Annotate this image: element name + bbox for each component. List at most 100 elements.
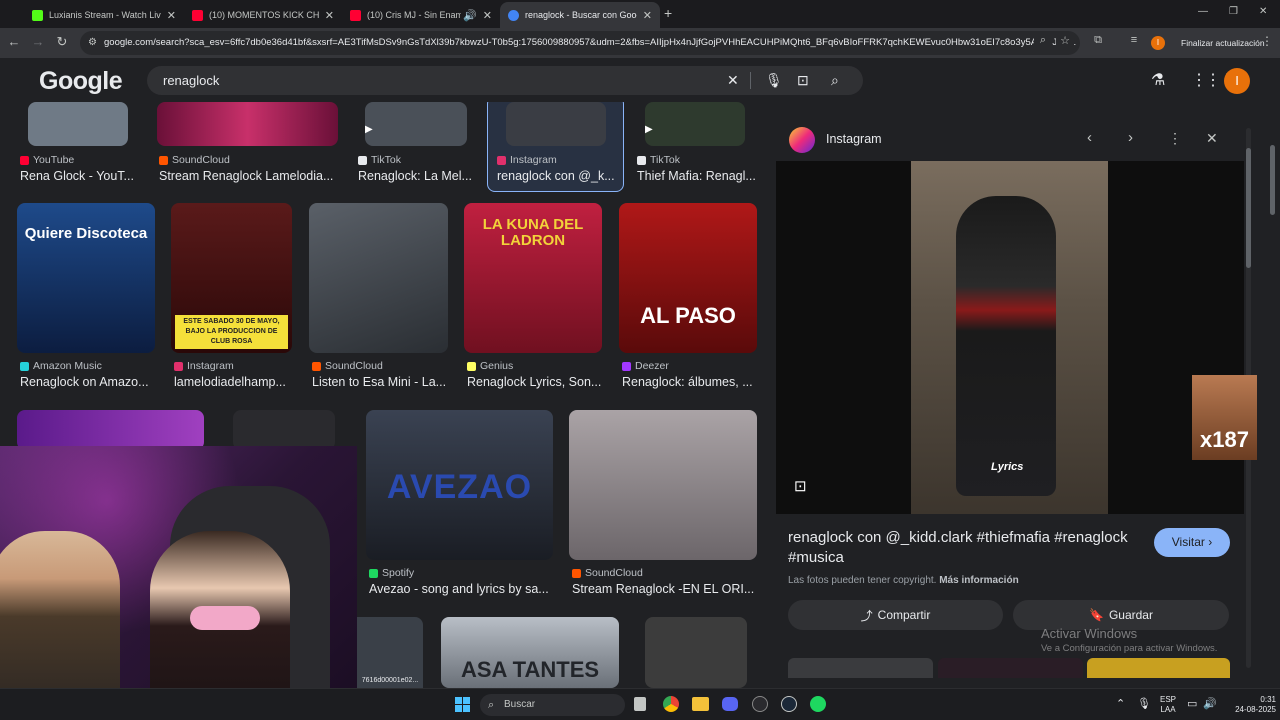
result-thumbnail[interactable]: ▶ [365, 102, 467, 146]
spotify-icon [369, 568, 378, 578]
result-thumbnail[interactable] [506, 102, 606, 146]
reload-icon[interactable]: ↻ [53, 34, 71, 50]
related-thumbnail[interactable] [938, 658, 1083, 678]
speaker-icon[interactable]: 🔊 [463, 9, 477, 22]
google-logo[interactable]: Google [39, 67, 123, 96]
zoom-icon[interactable]: ⌕ [1034, 34, 1052, 47]
more-info-link[interactable]: Más información [939, 575, 1018, 586]
file-explorer-icon[interactable] [692, 697, 709, 711]
bookmark-star-icon[interactable]: ☆ [1056, 34, 1074, 47]
related-thumbnail[interactable] [1087, 658, 1230, 678]
result-caption[interactable]: Renaglock Lyrics, Son... [467, 375, 602, 389]
tab-title: Luxianis Stream - Watch Live o [49, 10, 161, 20]
result-thumbnail[interactable] [157, 102, 338, 146]
result-caption[interactable]: Stream Renaglock -EN EL ORI... [572, 582, 757, 596]
lens-camera-icon[interactable]: ⊡ [797, 72, 809, 89]
site-info-icon[interactable]: ⚙ [88, 31, 97, 55]
spotify-icon[interactable] [810, 696, 826, 712]
close-icon[interactable]: ✕ [325, 9, 334, 22]
more-options-icon[interactable]: ⋮ [1168, 130, 1182, 147]
minimize-button[interactable]: — [1198, 6, 1208, 17]
visit-button[interactable]: Visitar › [1154, 528, 1230, 557]
microphone-icon[interactable]: 🎙 [1137, 697, 1151, 710]
result-thumbnail[interactable]: Quiere Discoteca [17, 203, 155, 353]
result-caption[interactable]: Rena Glock - YouT... [20, 169, 148, 183]
result-thumbnail[interactable]: LA KUNA DEL LADRON [464, 203, 602, 353]
result-thumbnail[interactable]: AVEZAO [366, 410, 553, 560]
account-avatar[interactable]: I [1224, 68, 1250, 94]
microphone-icon[interactable]: 🎙 [765, 72, 783, 89]
page-scrollbar[interactable] [1270, 110, 1275, 680]
result-thumbnail[interactable]: AL PASO [619, 203, 757, 353]
preview-image[interactable]: Lyrics ⊡ [776, 161, 1244, 514]
address-bar[interactable]: ⚙ google.com/search?sca_esv=6ffc7db0e36d… [80, 31, 1080, 55]
result-caption[interactable]: Renaglock: álbumes, ... [622, 375, 757, 389]
forward-arrow-icon[interactable]: → [29, 34, 47, 49]
profile-avatar[interactable]: I [1151, 36, 1165, 50]
windows-start-icon[interactable] [455, 697, 470, 712]
discord-icon[interactable] [722, 697, 738, 711]
divider [750, 72, 751, 89]
new-tab-button[interactable]: + [664, 5, 672, 21]
back-arrow-icon[interactable]: ← [5, 34, 23, 49]
media-controls-icon[interactable]: ≡ [1125, 34, 1143, 46]
obs-icon[interactable] [752, 696, 768, 712]
task-view-icon[interactable] [634, 697, 646, 711]
more-menu-icon[interactable]: ⋮ [1258, 34, 1276, 48]
result-thumbnail[interactable]: ASA TANTES [441, 617, 619, 688]
result-thumbnail[interactable] [309, 203, 448, 353]
close-icon[interactable]: ✕ [643, 9, 652, 22]
result-caption[interactable]: Renaglock: La Mel... [358, 169, 473, 183]
related-thumbnail[interactable] [788, 658, 933, 678]
result-caption[interactable]: Stream Renaglock Lamelodia... [159, 169, 339, 183]
google-header: Google ✕ 🎙 ⊡ ⌕ ⚗ ⋮⋮⋮ I [0, 58, 1280, 102]
search-input[interactable] [163, 71, 703, 90]
restore-button[interactable]: ❐ [1229, 6, 1238, 17]
result-thumbnail[interactable]: ESTE SABADO 30 DE MAYO, BAJO LA PRODUCCI… [171, 203, 292, 353]
preview-source-name[interactable]: Instagram [826, 132, 882, 146]
result-thumbnail[interactable] [645, 617, 747, 688]
lens-search-icon[interactable]: ⊡ [794, 477, 807, 495]
close-icon[interactable]: ✕ [167, 9, 176, 22]
next-arrow-icon[interactable]: › [1128, 129, 1133, 146]
close-window-button[interactable]: ✕ [1259, 6, 1267, 17]
result-caption[interactable]: Renaglock on Amazo... [20, 375, 150, 389]
close-icon[interactable]: ✕ [483, 9, 492, 22]
soundcloud-icon [312, 361, 321, 371]
extensions-icon[interactable]: ⧉ [1089, 34, 1107, 47]
result-caption[interactable]: Avezao - song and lyrics by sa... [369, 582, 554, 596]
labs-flask-icon[interactable]: ⚗ [1151, 70, 1165, 90]
tab-momentos-kick[interactable]: (10) MOMENTOS KICK CHILE # ✕ [184, 2, 342, 28]
result-thumbnail[interactable] [233, 410, 335, 450]
result-thumbnail[interactable]: 7616d00001e02... [357, 617, 423, 688]
volume-icon[interactable]: 🔊 [1203, 697, 1217, 710]
preview-title[interactable]: renaglock con @_kidd.clark #thiefmafia #… [788, 528, 1143, 568]
result-thumbnail[interactable] [569, 410, 757, 560]
network-icon[interactable]: ▭ [1187, 697, 1197, 710]
result-caption[interactable]: Thief Mafia: Renagl... [637, 169, 757, 183]
search-box[interactable]: ✕ 🎙 ⊡ ⌕ [147, 66, 863, 95]
steam-icon[interactable] [781, 696, 797, 712]
tab-cris-mj[interactable]: (10) Cris MJ - Sin Enamorar 🔊 ✕ [342, 2, 500, 28]
tab-renaglock-search[interactable]: renaglock - Buscar con Google ✕ [500, 2, 660, 28]
tray-chevron-icon[interactable]: ⌃ [1116, 697, 1125, 710]
language-indicator[interactable]: ESP LAA [1156, 695, 1180, 715]
scrollbar-thumb[interactable] [1246, 148, 1251, 268]
share-button[interactable]: ⤴ Compartir [788, 600, 1003, 630]
previous-arrow-icon[interactable]: ‹ [1087, 129, 1092, 146]
tab-luxianis-stream[interactable]: Luxianis Stream - Watch Live o ✕ [24, 2, 184, 28]
scrollbar-thumb[interactable] [1270, 145, 1275, 215]
result-thumbnail[interactable]: ▶ [645, 102, 745, 146]
result-caption[interactable]: Listen to Esa Mini - La... [312, 375, 447, 389]
search-icon[interactable]: ⌕ [831, 72, 839, 89]
clock[interactable]: 0:31 24-08-2025 [1220, 695, 1276, 715]
close-preview-icon[interactable]: ✕ [1206, 130, 1218, 147]
clear-icon[interactable]: ✕ [727, 72, 739, 89]
taskbar-search[interactable]: ⌕ Buscar [480, 694, 625, 716]
result-thumbnail[interactable] [17, 410, 204, 450]
result-caption[interactable]: lamelodiadelhamp... [174, 375, 289, 389]
youtube-icon [20, 155, 29, 165]
chrome-icon[interactable] [663, 696, 679, 712]
result-caption[interactable]: renaglock con @_k... [497, 169, 615, 183]
result-thumbnail[interactable] [28, 102, 128, 146]
